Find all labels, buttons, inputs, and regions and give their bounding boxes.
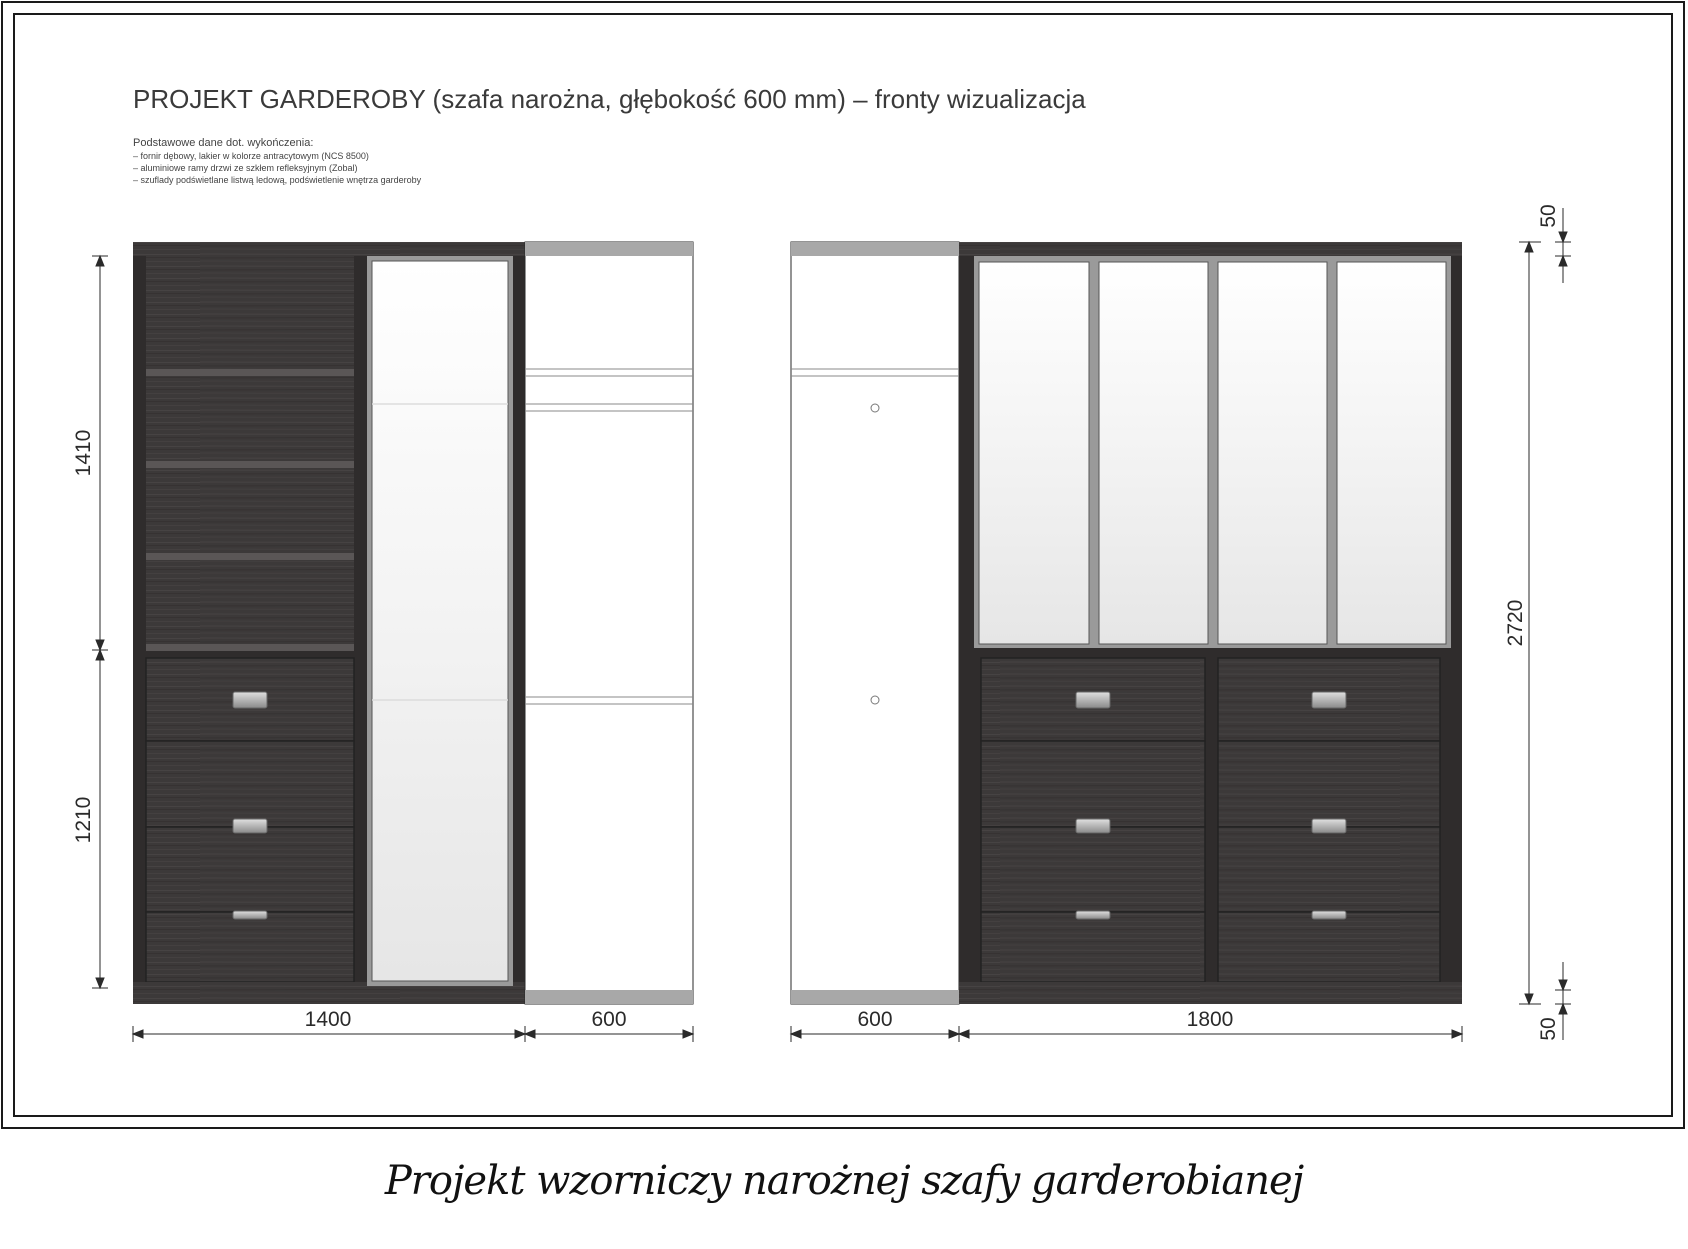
- right-elevation: [790, 241, 1462, 1005]
- dimension-arrow: [95, 254, 105, 267]
- dimension-label-2720: 2720: [1504, 600, 1527, 647]
- side-section: [790, 241, 960, 1005]
- drawer-handle[interactable]: [232, 691, 268, 709]
- shelf: [146, 461, 354, 468]
- dimension-arrow: [682, 1029, 695, 1039]
- dimension-arrow: [957, 1029, 970, 1039]
- dimension-label-1400: 1400: [305, 1008, 352, 1031]
- dimension-arrow: [514, 1029, 527, 1039]
- dimension-arrow: [95, 977, 105, 990]
- elevation-drawing: 1400 600 600 1800 1410 1210 2720 50 50: [72, 204, 1571, 1042]
- drawer-handle[interactable]: [1311, 691, 1347, 709]
- drawer-handle[interactable]: [1311, 910, 1347, 920]
- dimension-arrow: [1558, 231, 1568, 244]
- dimension-arrow: [95, 639, 105, 652]
- dimension-arrow: [523, 1029, 536, 1039]
- dimension-arrow: [1558, 979, 1568, 992]
- side-section-top: [791, 242, 959, 256]
- shelf: [146, 369, 354, 376]
- side-section-bottom: [791, 990, 959, 1004]
- side-section: [524, 241, 694, 1005]
- dimension-label-600: 600: [857, 1008, 892, 1031]
- drawer-handle[interactable]: [1075, 818, 1111, 834]
- right-top-board: [959, 242, 1462, 256]
- dimension-arrow: [1524, 993, 1534, 1006]
- dimension-arrow: [789, 1029, 802, 1039]
- drawer-front[interactable]: [1217, 826, 1441, 913]
- mirror-panel: [978, 261, 1090, 645]
- drawer-front[interactable]: [1217, 740, 1441, 828]
- right-plinth: [959, 982, 1462, 1004]
- drawer-handle[interactable]: [1311, 818, 1347, 834]
- left-top-board: [133, 242, 525, 256]
- dimension-arrow: [948, 1029, 961, 1039]
- drawer-front[interactable]: [145, 740, 355, 828]
- mirror-panel: [371, 260, 509, 982]
- dimension-label-50-top: 50: [1537, 204, 1560, 227]
- dimension-arrow: [1558, 1002, 1568, 1015]
- dimension-arrow: [1451, 1029, 1464, 1039]
- drawer-handle[interactable]: [1075, 910, 1111, 920]
- drawer-front[interactable]: [1217, 911, 1441, 983]
- drawer-handle[interactable]: [232, 818, 268, 834]
- dimension-arrow: [95, 648, 105, 661]
- handwritten-caption: Projekt wzorniczy narożnej szafy gardero…: [384, 1158, 1304, 1204]
- shelf: [146, 553, 354, 560]
- mirror-panel: [1217, 261, 1328, 645]
- drawer-front[interactable]: [980, 911, 1206, 983]
- drawer-handle[interactable]: [232, 910, 268, 920]
- left-elevation: [133, 241, 694, 1005]
- dimension-label-1800: 1800: [1187, 1008, 1234, 1031]
- side-section-bottom: [525, 990, 693, 1004]
- dimension-arrow: [131, 1029, 144, 1039]
- drawer-front[interactable]: [980, 826, 1206, 913]
- dimension-label-50-bottom: 50: [1537, 1017, 1560, 1040]
- mirror-panel: [1098, 261, 1209, 645]
- drawer-front[interactable]: [145, 911, 355, 983]
- dimension-label-600: 600: [591, 1008, 626, 1031]
- dimension-label-1410: 1410: [72, 430, 95, 477]
- drawer-front[interactable]: [980, 740, 1206, 828]
- dimension-arrow: [1524, 240, 1534, 253]
- open-shelf-unit: [146, 256, 354, 646]
- side-section-top: [525, 242, 693, 256]
- drawer-handle[interactable]: [1075, 691, 1111, 709]
- shelf: [146, 644, 354, 651]
- dimension-arrow: [1558, 254, 1568, 267]
- dimension-label-1210: 1210: [72, 797, 95, 844]
- drawer-front[interactable]: [145, 826, 355, 913]
- mirror-panel: [1336, 261, 1447, 645]
